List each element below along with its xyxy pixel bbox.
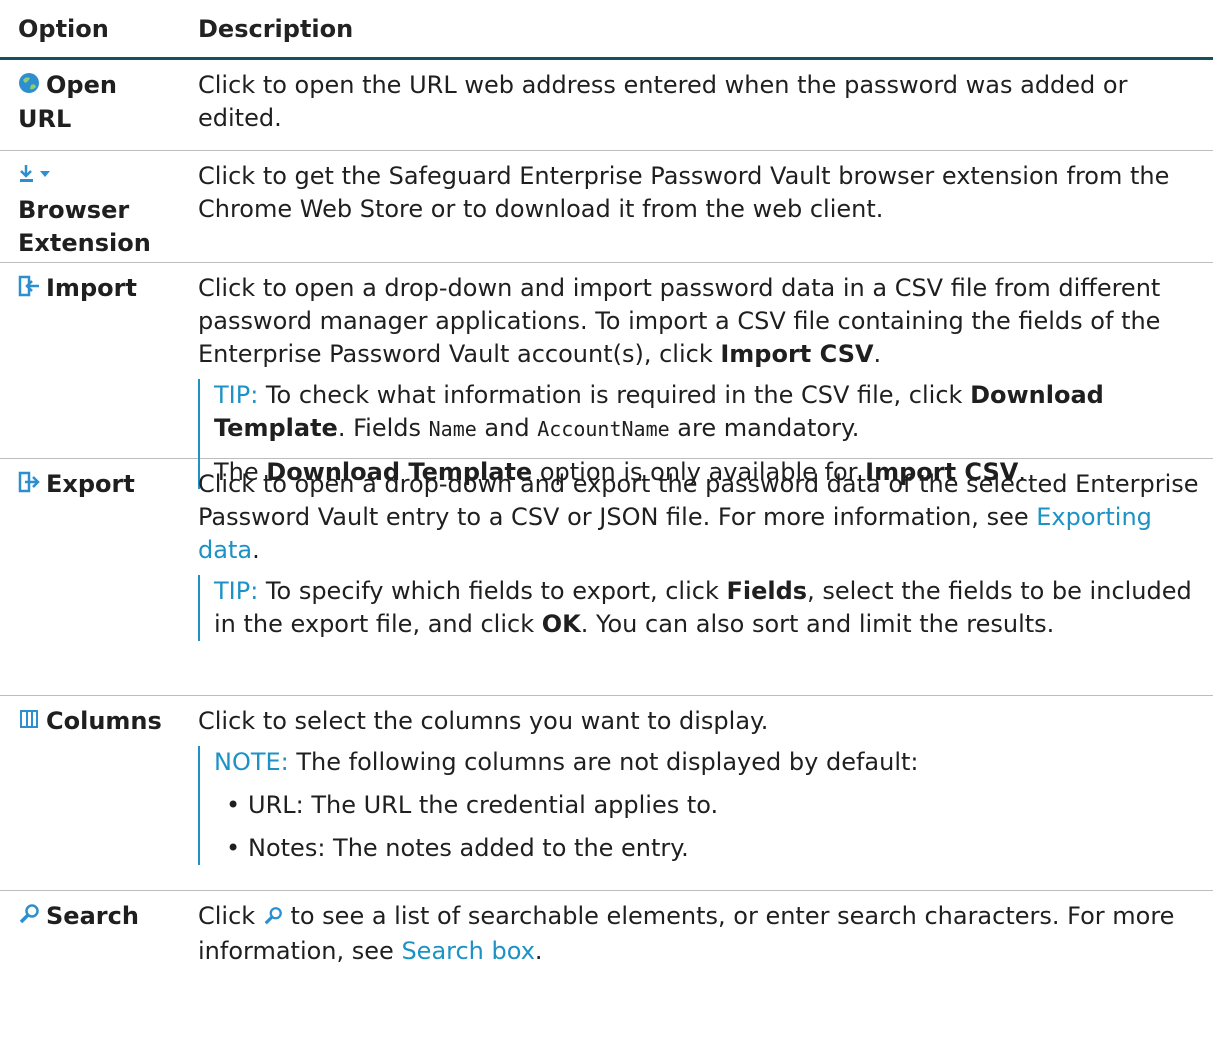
header-description: Description (198, 14, 354, 43)
option-label-line2: Extension (18, 228, 151, 257)
import-icon (18, 273, 40, 306)
description-text: Click to select the columns you want to … (198, 707, 769, 735)
option-columns[interactable]: Columns (0, 696, 198, 890)
header-option: Option (18, 14, 109, 43)
code-name: Name (428, 417, 477, 441)
columns-icon (18, 706, 40, 739)
tip-text-part: and (476, 414, 538, 442)
desc-text: Click to open a drop-down and import pas… (198, 274, 1161, 368)
description-cell: Click to see a list of searchable elemen… (198, 891, 1213, 981)
option-browser-extension[interactable]: Browser Extension (0, 151, 198, 262)
option-label: Browser (18, 195, 130, 224)
table-row-search: Search Click to see a list of searchable… (0, 891, 1213, 981)
tip-text-part: To check what information is required in… (258, 381, 971, 409)
tip-callout: TIP: To specify which fields to export, … (198, 575, 1199, 641)
note-label: NOTE: (214, 748, 289, 776)
desc-text: . (873, 340, 882, 368)
description-text: Click to open the URL web address entere… (198, 71, 1128, 132)
columns-list: URL: The URL the credential applies to. … (214, 789, 1199, 865)
list-item: URL: The URL the credential applies to. (226, 789, 1199, 822)
options-table: Option Description Open URL Click to ope… (0, 0, 1213, 981)
export-icon (18, 469, 40, 502)
magnifier-icon (18, 901, 40, 934)
tip-bold: Fields (726, 577, 808, 605)
chevron-down-icon (40, 170, 50, 177)
search-box-link[interactable]: Search box (401, 937, 534, 965)
tip-text-part: To specify which fields to export, click (258, 577, 727, 605)
option-import[interactable]: Import (0, 263, 198, 458)
description-text: Click to open a drop-down and import pas… (198, 272, 1199, 371)
tip-text-part: are mandatory. (669, 414, 860, 442)
description-text: Click to see a list of searchable elemen… (198, 900, 1199, 968)
table-row-import: Import Click to open a drop-down and imp… (0, 263, 1213, 489)
description-text: Click to open a drop-down and export the… (198, 468, 1199, 567)
desc-text: Click (198, 902, 263, 930)
option-label: Search (46, 902, 139, 930)
download-arrow-icon (18, 161, 54, 194)
description-cell: Click to open a drop-down and export the… (198, 459, 1213, 695)
description-cell: Click to open a drop-down and import pas… (198, 263, 1213, 489)
option-label-line2: URL (18, 104, 72, 133)
table-row-columns: Columns Click to select the columns you … (0, 696, 1213, 891)
tip-bold: OK (541, 610, 581, 638)
desc-bold: Import CSV (720, 340, 874, 368)
globe-icon (18, 70, 40, 103)
desc-text: . (534, 937, 543, 965)
tip-text: TIP: To check what information is requir… (214, 379, 1199, 446)
option-export[interactable]: Export (0, 459, 198, 695)
option-label: Export (46, 470, 135, 498)
option-search[interactable]: Search (0, 891, 198, 981)
table-header: Option Description (0, 0, 1213, 60)
option-label: Import (46, 274, 137, 302)
description-cell: Click to select the columns you want to … (198, 696, 1213, 890)
list-item: Notes: The notes added to the entry. (226, 832, 1199, 865)
option-open-url[interactable]: Open URL (0, 60, 198, 150)
note-text: NOTE: The following columns are not disp… (214, 746, 1199, 779)
description-text: Click to get the Safeguard Enterprise Pa… (198, 162, 1170, 223)
search-icon[interactable] (263, 902, 283, 935)
table-row-export: Export Click to open a drop-down and exp… (0, 459, 1213, 696)
tip-label: TIP: (214, 381, 259, 409)
table-row-browser-extension: Browser Extension Click to get the Safeg… (0, 151, 1213, 263)
option-label: Open (46, 71, 117, 99)
note-text-part: The following columns are not displayed … (288, 748, 919, 776)
tip-label: TIP: (214, 577, 259, 605)
description-cell: Click to open the URL web address entere… (198, 60, 1213, 150)
table-row-open-url: Open URL Click to open the URL web addre… (0, 60, 1213, 151)
tip-text-part: . You can also sort and limit the result… (580, 610, 1055, 638)
note-callout: NOTE: The following columns are not disp… (198, 746, 1199, 865)
description-cell: Click to get the Safeguard Enterprise Pa… (198, 151, 1213, 262)
code-accountname: AccountName (537, 417, 670, 441)
desc-text: . (252, 536, 260, 564)
option-label: Columns (46, 707, 162, 735)
tip-text-part: . Fields (337, 414, 429, 442)
desc-text: to see a list of searchable elements, or… (198, 902, 1175, 965)
tip-text: TIP: To specify which fields to export, … (214, 575, 1199, 641)
